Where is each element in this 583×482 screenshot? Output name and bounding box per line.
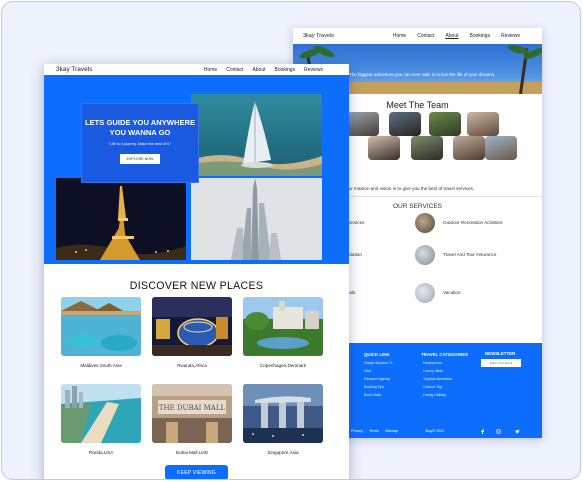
quick-link-title: QUICK LINK (364, 352, 390, 357)
place-label: Rwanda,Africa (177, 363, 207, 368)
keep-viewing-button[interactable]: KEEP VIEWING (165, 465, 228, 479)
quick-link[interactable]: Cheap Airplane Ti... (364, 361, 395, 365)
category-link[interactable]: Tropical Adventure (423, 377, 452, 381)
team-photo (368, 136, 400, 160)
team-photo (429, 112, 461, 136)
back-nav-links: Home Contact About Bookings Reviews (393, 33, 520, 39)
place-label: Dubai Mall,UAE (175, 450, 209, 455)
category-link[interactable]: Honeymoon (423, 361, 442, 365)
burj-al-arab-photo (191, 94, 322, 176)
place-label: Singapore,Asia (267, 450, 299, 455)
mission-text: Our mission and vision is to give you th… (345, 186, 475, 191)
front-nav-about[interactable]: About (252, 67, 265, 73)
place-photo (152, 297, 232, 356)
footer-link-privacy[interactable]: Privacy (351, 429, 363, 433)
discover-title: DISCOVER NEW PLACES (129, 280, 264, 292)
newsletter-title: NEWSLETTER (485, 351, 516, 356)
place-card-florida[interactable]: Florida,USA (61, 384, 141, 455)
front-logo[interactable]: 3kay Travels (56, 66, 93, 73)
place-photo (243, 297, 323, 356)
footer-link-terms[interactable]: Terms (369, 429, 379, 433)
service-icon (415, 283, 435, 303)
place-label: Copenhagen,Denmark (259, 363, 307, 368)
category-link[interactable]: Luxury Villas (423, 369, 443, 373)
back-nav-bookings[interactable]: Bookings (470, 33, 491, 39)
service-icon (415, 213, 435, 233)
front-nav-home[interactable]: Home (204, 67, 217, 73)
facebook-icon[interactable] (480, 429, 485, 434)
front-navbar: 3kay Travels Home Contact About Bookings… (44, 64, 349, 75)
front-nav-bookings[interactable]: Bookings (275, 67, 296, 73)
team-photo (467, 112, 499, 136)
category-link[interactable]: Cultural Trip (423, 385, 442, 389)
place-photo (243, 384, 323, 443)
instagram-icon[interactable] (496, 429, 501, 434)
back-nav-about[interactable]: About (445, 33, 458, 39)
place-card-singapore[interactable]: Singapore,Asia (243, 384, 323, 455)
back-hero-text: The biggest adventure you can ever take … (349, 72, 496, 77)
twitter-icon[interactable] (515, 429, 520, 434)
category-link[interactable]: Family Holiday (423, 393, 446, 397)
quick-link[interactable]: Book Hotel (364, 393, 381, 397)
hero-quote: "Life is a journey. Make the best of it.… (108, 142, 172, 146)
front-nav-contact[interactable]: Contact (226, 67, 243, 73)
front-page-mockup: 3kay Travels Home Contact About Bookings… (44, 64, 349, 479)
showcase-frame: 3kay Travels Home Contact About Bookings… (1, 1, 581, 480)
hero-section: LETS GUIDE YOU ANYWHERE YOU WANNA GO "Li… (44, 75, 349, 264)
place-photo (61, 384, 141, 443)
back-navbar: 3kay Travels Home Contact About Bookings… (293, 28, 542, 44)
hero-heading-line-1: LETS GUIDE YOU ANYWHERE (84, 118, 196, 127)
team-photo (389, 112, 421, 136)
front-nav-links: Home Contact About Bookings Reviews (204, 67, 323, 73)
place-photo: THE DUBAI MALL (152, 384, 232, 443)
team-photo (347, 112, 379, 136)
hero-card: LETS GUIDE YOU ANYWHERE YOU WANNA GO "Li… (81, 103, 199, 183)
place-card-rwanda[interactable]: Rwanda,Africa (152, 297, 232, 368)
newsletter-email-input[interactable]: Enter Your Email (481, 359, 521, 367)
place-card-copenhagen[interactable]: Copenhagen,Denmark (243, 297, 323, 368)
place-label: Florida,USA (88, 450, 114, 455)
place-label: Maldives,South Asia (80, 363, 122, 368)
footer-link-sitemap[interactable]: Sitemap (385, 429, 398, 433)
team-photo (411, 136, 443, 160)
back-logo[interactable]: 3kay Travels (303, 33, 334, 39)
categories-title: TRAVEL CATEGORIES (421, 352, 469, 357)
service-icon (415, 245, 435, 265)
service-item: Vacation (443, 290, 461, 295)
place-card-dubai-mall[interactable]: THE DUBAI MALL Dubai Mall,UAE (152, 384, 232, 455)
quick-link[interactable]: Booking Tips (364, 385, 384, 389)
team-photo (485, 136, 517, 160)
back-nav-home[interactable]: Home (393, 33, 406, 39)
team-photo (453, 136, 485, 160)
place-card-maldives[interactable]: Maldives,South Asia (61, 297, 141, 368)
service-item: Travel And Tour Insurance (443, 252, 497, 257)
place-photo (61, 297, 141, 356)
back-nav-contact[interactable]: Contact (417, 33, 434, 39)
hero-heading-line-2: YOU WANNA GO (109, 128, 171, 137)
burj-khalifa-photo (191, 178, 322, 260)
quick-link[interactable]: Passport Agency (364, 377, 390, 381)
back-nav-reviews[interactable]: Reviews (501, 33, 520, 39)
quick-link[interactable]: Visa (364, 369, 371, 373)
service-item: Outdoor Recreation Activities (443, 220, 503, 225)
copyright: 3kay© 2022 (425, 429, 445, 433)
mall-sign-text: THE DUBAI MALL (159, 404, 226, 412)
explore-now-button[interactable]: EXPLORE NOW (119, 154, 161, 164)
eiffel-tower-photo (56, 178, 186, 260)
front-nav-reviews[interactable]: Reviews (304, 67, 323, 73)
